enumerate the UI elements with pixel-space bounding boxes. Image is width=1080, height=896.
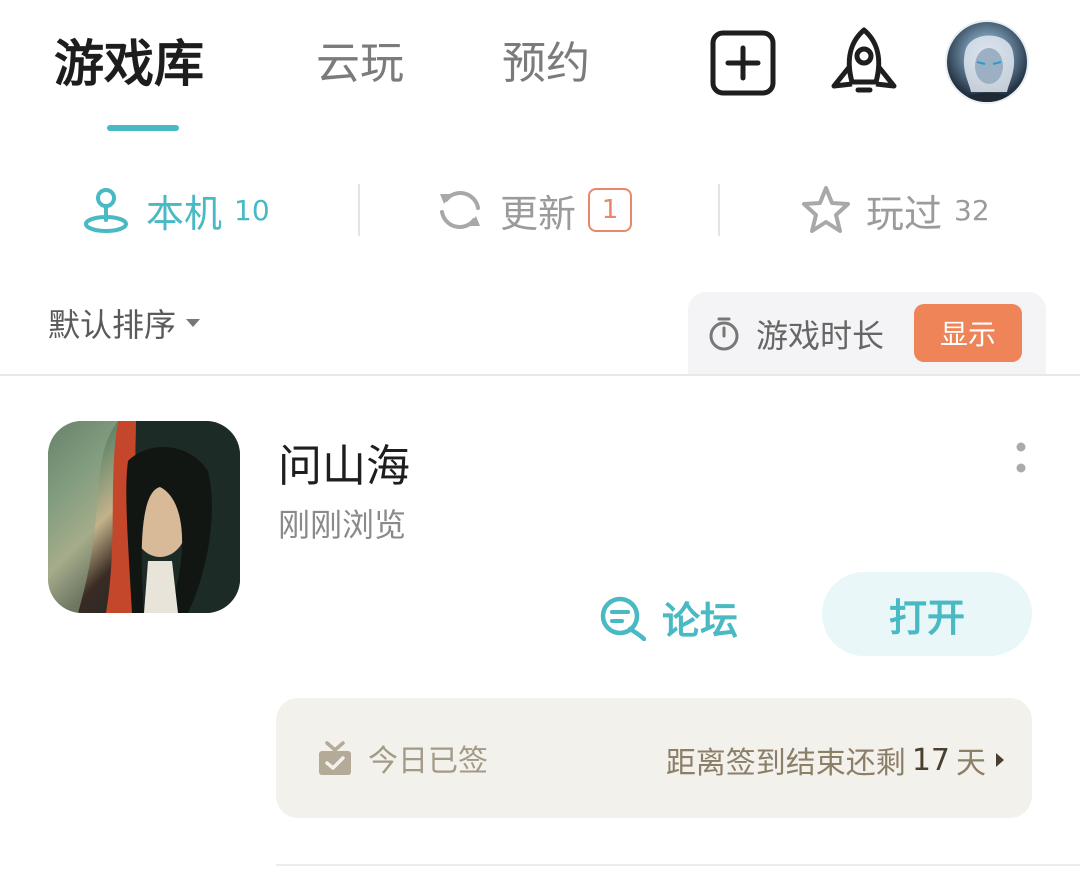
active-tab-indicator	[107, 125, 179, 131]
timer-icon	[709, 317, 739, 351]
sign-remaining-days: 17	[911, 742, 950, 778]
open-game-button[interactable]: 打开	[822, 572, 1032, 656]
show-playtime-button[interactable]: 显示	[914, 304, 1022, 362]
sub-tabs: 本机 10 更新 1 玩过 32	[0, 170, 1080, 250]
add-icon	[710, 30, 776, 96]
add-button[interactable]	[710, 30, 776, 96]
subtab-local-count: 10	[234, 193, 270, 227]
divider	[358, 184, 360, 236]
more-icon	[1016, 442, 1026, 473]
subtab-update[interactable]: 更新 1	[434, 180, 633, 240]
subtab-update-label: 更新	[500, 191, 577, 236]
subtab-played[interactable]: 玩过 32	[800, 180, 990, 240]
rocket-button[interactable]	[826, 26, 902, 100]
subtab-local-label: 本机	[146, 191, 223, 236]
tab-game-library[interactable]: 游戏库	[54, 28, 204, 100]
avatar[interactable]	[945, 20, 1029, 104]
section-divider	[0, 374, 1080, 376]
game-cover-art	[48, 421, 240, 613]
tab-cloud-play[interactable]: 云玩	[316, 28, 404, 100]
rocket-icon	[831, 27, 897, 93]
playtime-label: 游戏时长	[756, 317, 885, 355]
forum-label: 论坛	[662, 599, 739, 643]
divider	[718, 184, 720, 236]
tab-reserve[interactable]: 预约	[502, 28, 590, 100]
sign-in-card[interactable]: 今日已签 距离签到结束还剩 17 天	[276, 698, 1032, 818]
more-options-button[interactable]	[1010, 440, 1032, 480]
sign-remaining[interactable]: 距离签到结束还剩 17 天	[666, 738, 1004, 782]
list-divider	[276, 864, 1080, 866]
sort-dropdown[interactable]: 默认排序	[48, 300, 201, 346]
refresh-icon	[440, 191, 480, 229]
location-person-icon	[84, 188, 128, 233]
playtime-panel: 游戏时长 显示	[688, 292, 1046, 376]
avatar-image	[959, 35, 1019, 102]
gift-check-icon	[319, 741, 351, 775]
game-last-viewed: 刚刚浏览	[278, 506, 407, 544]
chat-icon	[600, 596, 646, 641]
sort-label: 默认排序	[48, 306, 177, 344]
game-icon[interactable]	[48, 421, 240, 613]
chevron-right-icon	[996, 753, 1004, 767]
sign-status: 今日已签	[316, 736, 488, 780]
subtab-played-count: 32	[954, 193, 990, 227]
subtab-played-label: 玩过	[866, 191, 943, 236]
top-bar: 游戏库 云玩 预约	[0, 0, 1080, 140]
subtab-local[interactable]: 本机 10	[80, 180, 270, 240]
game-title[interactable]: 问山海	[278, 430, 410, 494]
sign-remaining-prefix: 距离签到结束还剩	[665, 746, 906, 781]
chevron-down-icon	[186, 319, 201, 327]
update-count-badge: 1	[588, 188, 633, 232]
star-icon	[802, 186, 850, 233]
sign-remaining-suffix: 天	[956, 746, 986, 781]
forum-button[interactable]: 论坛	[598, 590, 738, 645]
sign-status-label: 今日已签	[368, 744, 488, 779]
